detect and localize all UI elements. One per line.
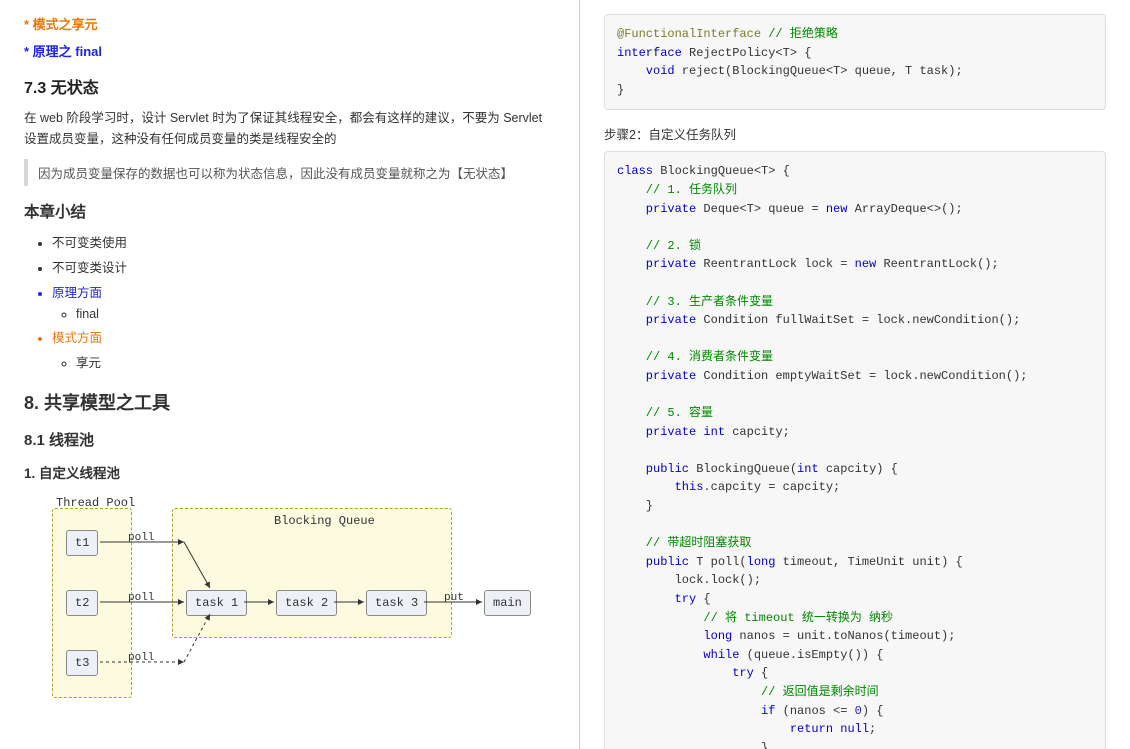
task-1: task 1	[186, 590, 247, 616]
list-item: 享元	[76, 352, 555, 371]
step2-label: 步骤2：自定义任务队列	[604, 124, 1106, 143]
list-item-pattern[interactable]: 模式方面	[52, 327, 555, 346]
heading-7-3: 7.3 无状态	[24, 74, 555, 98]
thread-t3: t3	[66, 650, 98, 676]
blockquote-stateless: 因为成员变量保存的数据也可以称为状态信息，因此没有成员变量就称之为【无状态】	[24, 159, 555, 186]
code-reject-policy: @FunctionalInterface // 拒绝策略 interface R…	[604, 14, 1106, 110]
right-column: @FunctionalInterface // 拒绝策略 interface R…	[580, 0, 1130, 749]
task-2: task 2	[276, 590, 337, 616]
thread-pool-diagram: Thread Pool Blocking Queue t1 t2 t3 task…	[24, 496, 554, 716]
heading-8-1-1: 1. 自定义线程池	[24, 462, 555, 482]
link-pattern-flyweight[interactable]: * 模式之享元	[24, 14, 555, 33]
code-blocking-queue: class BlockingQueue<T> { // 1. 任务队列 priv…	[604, 151, 1106, 749]
link-principle-final[interactable]: * 原理之 final	[24, 41, 555, 60]
task-3: task 3	[366, 590, 427, 616]
summary-list: 不可变类使用 不可变类设计 原理方面 final 模式方面 享元	[24, 232, 555, 371]
list-item: final	[76, 307, 555, 321]
list-item: 不可变类使用	[52, 232, 555, 251]
paragraph-7-3: 在 web 阶段学习时，设计 Servlet 时为了保证其线程安全，都会有这样的…	[24, 108, 555, 151]
heading-summary: 本章小结	[24, 200, 555, 222]
list-item: 不可变类设计	[52, 257, 555, 276]
main-box: main	[484, 590, 531, 616]
edge-poll: poll	[128, 532, 154, 544]
thread-t2: t2	[66, 590, 98, 616]
edge-poll: poll	[128, 592, 154, 604]
edge-put: put	[444, 592, 464, 604]
pool-label: Thread Pool	[56, 496, 135, 510]
list-item-principle[interactable]: 原理方面	[52, 282, 555, 301]
edge-poll: poll	[128, 652, 154, 664]
heading-8-1: 8.1 线程池	[24, 429, 555, 450]
queue-label: Blocking Queue	[274, 514, 375, 528]
thread-t1: t1	[66, 530, 98, 556]
left-column: * 模式之享元 * 原理之 final 7.3 无状态 在 web 阶段学习时，…	[0, 0, 580, 749]
heading-8: 8. 共享模型之工具	[24, 389, 555, 415]
